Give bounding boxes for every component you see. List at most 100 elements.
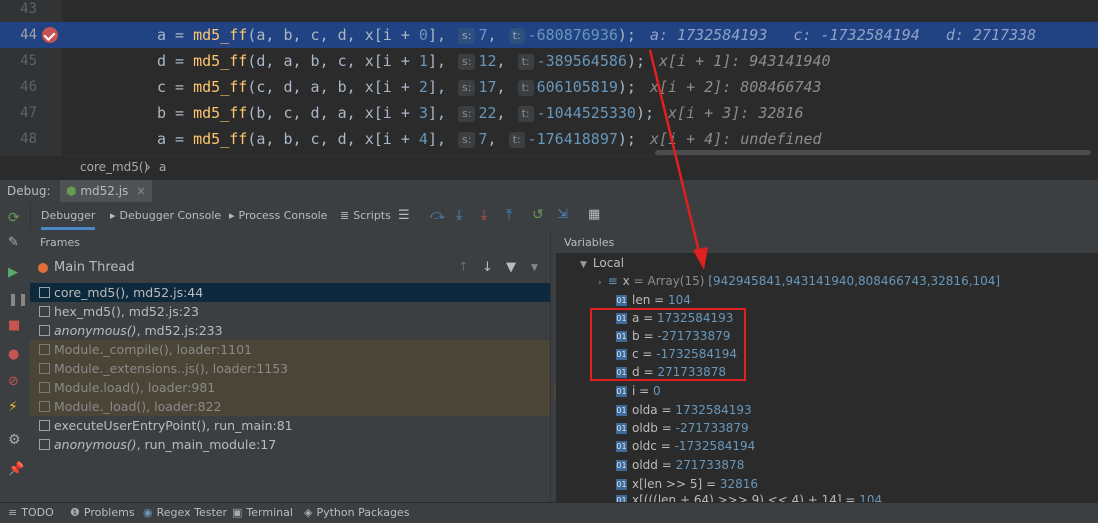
arrow-up-icon[interactable]: ↑	[458, 260, 469, 275]
stack-frame[interactable]: Module._compile(), loader:1101	[30, 340, 550, 359]
code-line-48[interactable]: 48 a = md5_ff(a, b, c, d, x[i + 4], s: 7,…	[0, 126, 1098, 152]
rerun-icon[interactable]: ⟳	[8, 210, 22, 226]
frame-function: anonymous()	[54, 437, 137, 452]
mute-breakpoints-icon[interactable]: ⊘	[8, 374, 22, 389]
debug-session-tab[interactable]: ⬢ md52.js ×	[60, 180, 153, 203]
chevron-right-icon[interactable]: ›	[598, 278, 602, 288]
resume-icon[interactable]: ▶	[8, 265, 22, 280]
scope-local[interactable]: ▼ Local	[580, 254, 624, 272]
function-name: md5_ff	[193, 104, 248, 122]
param-hint: t:	[508, 131, 525, 148]
stack-frame[interactable]: anonymous(), md52.js:233	[30, 321, 550, 340]
chevron-down-icon[interactable]: ▼	[580, 260, 587, 270]
code-token: b	[310, 52, 320, 70]
frame-label: core_md5(), md52.js:44	[54, 285, 203, 300]
code-text: c = md5_ff(c, d, a, b, x[i + 2], s: 17, t…	[157, 78, 822, 96]
tab-debugger-console[interactable]: ▸ Debugger Console	[110, 202, 221, 230]
console-icon: ▸	[110, 209, 116, 222]
chevron-down-icon[interactable]: ▼	[531, 263, 538, 273]
step-out-icon[interactable]: ⤒	[506, 207, 512, 223]
debug-sidebar: ⟳ ✎ ▶ ❚❚ ■ ● ⊘ ⚡ ⚙ 📌	[0, 202, 31, 502]
code-token: c	[310, 26, 320, 44]
breakpoint-icon[interactable]	[42, 27, 58, 43]
param-hint: s:	[458, 131, 476, 148]
code-token: d	[256, 52, 266, 70]
view-breakpoints-icon[interactable]: ●	[8, 347, 22, 362]
frame-label: executeUserEntryPoint(), run_main:81	[54, 418, 293, 433]
function-name: md5_ff	[193, 26, 248, 44]
menu-icon[interactable]: ☰	[398, 208, 410, 223]
frame-location: , loader:1153	[204, 361, 289, 376]
pause-icon[interactable]: ❚❚	[8, 292, 28, 306]
breadcrumb-variable[interactable]: a	[159, 160, 166, 174]
status-terminal[interactable]: ▣ Terminal	[232, 506, 293, 519]
variable-row[interactable]: 01 olda = 1732584193	[616, 401, 752, 419]
status-label: Terminal	[246, 506, 293, 519]
variable-value: -271733879	[675, 421, 749, 435]
stack-frame[interactable]: hex_md5(), md52.js:23	[30, 302, 550, 321]
variable-row[interactable]: 01 oldb = -271733879	[616, 419, 749, 437]
variable-value: 104	[668, 293, 691, 307]
run-to-cursor-icon[interactable]: ↺	[532, 207, 544, 223]
variable-row[interactable]: 01 x[(((len + 64) >>> 9) << 4) + 14] = 10…	[616, 493, 882, 502]
step-into-icon[interactable]: ⤓	[456, 207, 462, 223]
variable-row[interactable]: 01 oldd = 271733878	[616, 456, 744, 474]
breadcrumb: core_md5() › a	[0, 155, 1098, 180]
evaluate-icon[interactable]: ⇲	[557, 207, 568, 222]
stop-icon[interactable]: ■	[8, 318, 22, 333]
code-line-43[interactable]: 43	[0, 0, 1098, 22]
param-hint: s:	[458, 53, 476, 70]
arrow-down-icon[interactable]: ↓	[482, 260, 493, 275]
frame-location: , md52.js:23	[120, 304, 199, 319]
status-label: Problems	[83, 506, 135, 519]
status-problems[interactable]: ❶ Problems	[70, 506, 135, 519]
tab-scripts[interactable]: ≣ Scripts	[340, 202, 391, 230]
breadcrumb-function[interactable]: core_md5()	[80, 160, 148, 174]
variable-row[interactable]: 01 oldc = -1732584194	[616, 437, 755, 455]
code-token: b	[256, 104, 266, 122]
code-token: d	[283, 78, 293, 96]
code-editor[interactable]: 43 44 a = md5_ff(a, b, c, d, x[i + 0], s…	[0, 0, 1098, 155]
code-line-44-current[interactable]: 44 a = md5_ff(a, b, c, d, x[i + 0], s: 7,…	[0, 22, 1098, 48]
stack-frame[interactable]: anonymous(), run_main_module:17	[30, 435, 550, 454]
close-icon[interactable]: ×	[136, 184, 146, 198]
variable-row[interactable]: 01 len = 104	[616, 291, 691, 309]
inline-debug-value: c: -1732584194	[793, 26, 920, 44]
table-icon[interactable]: ▦	[588, 207, 600, 222]
frame-label: Module._compile(), loader:1101	[54, 342, 252, 357]
stack-frame[interactable]: Module._load(), loader:822	[30, 397, 550, 416]
tab-label: Debugger Console	[119, 209, 222, 222]
variable-x[interactable]: › ≡ x = Array(15) [942945841,943141940,808…	[598, 272, 1000, 290]
frame-function: executeUserEntryPoint()	[54, 418, 207, 433]
code-line-45[interactable]: 45 d = md5_ff(d, a, b, c, x[i + 1], s: 12…	[0, 48, 1098, 74]
status-python-packages[interactable]: ◈ Python Packages	[304, 506, 409, 519]
stack-frame[interactable]: Module.load(), loader:981	[30, 378, 550, 397]
code-token: a	[157, 26, 167, 44]
info-icon: ❶	[70, 506, 80, 519]
tab-process-console[interactable]: ▸ Process Console	[229, 202, 327, 230]
inline-debug-value: x[i + 3]: 32816	[668, 104, 804, 122]
lightning-icon[interactable]: ⚡	[8, 399, 22, 415]
code-line-47[interactable]: 47 b = md5_ff(b, c, d, a, x[i + 3], s: 22…	[0, 100, 1098, 126]
filter-icon[interactable]: ▼	[506, 260, 516, 275]
thread-selector[interactable]: Main Thread	[30, 258, 550, 278]
code-line-46[interactable]: 46 c = md5_ff(c, d, a, b, x[i + 2], s: 17…	[0, 74, 1098, 100]
stack-frame[interactable]: executeUserEntryPoint(), run_main:81	[30, 416, 550, 435]
variable-row[interactable]: 01 x[len >> 5] = 32816	[616, 475, 758, 493]
frame-location: , run_main_module:17	[136, 437, 277, 452]
variable-value: 271733878	[675, 458, 745, 472]
tab-debugger[interactable]: Debugger	[41, 202, 96, 230]
status-todo[interactable]: ≡ TODO	[8, 506, 54, 519]
stack-frame[interactable]: core_md5(), md52.js:44	[30, 283, 550, 302]
pin-icon[interactable]: 📌	[8, 462, 24, 477]
step-over-icon[interactable]: ⤼	[430, 207, 445, 223]
frame-function: core_md5()	[54, 285, 126, 300]
force-step-into-icon[interactable]: ⤓	[481, 207, 487, 223]
status-regex-tester[interactable]: ◉ Regex Tester	[143, 506, 227, 519]
scripts-icon: ≣	[340, 209, 350, 222]
wrench-icon[interactable]: ✎	[8, 235, 22, 250]
variable-row[interactable]: 01 i = 0	[616, 382, 661, 400]
status-label: TODO	[21, 506, 54, 519]
gear-icon[interactable]: ⚙	[8, 432, 22, 448]
stack-frame[interactable]: Module._extensions..js(), loader:1153	[30, 359, 550, 378]
